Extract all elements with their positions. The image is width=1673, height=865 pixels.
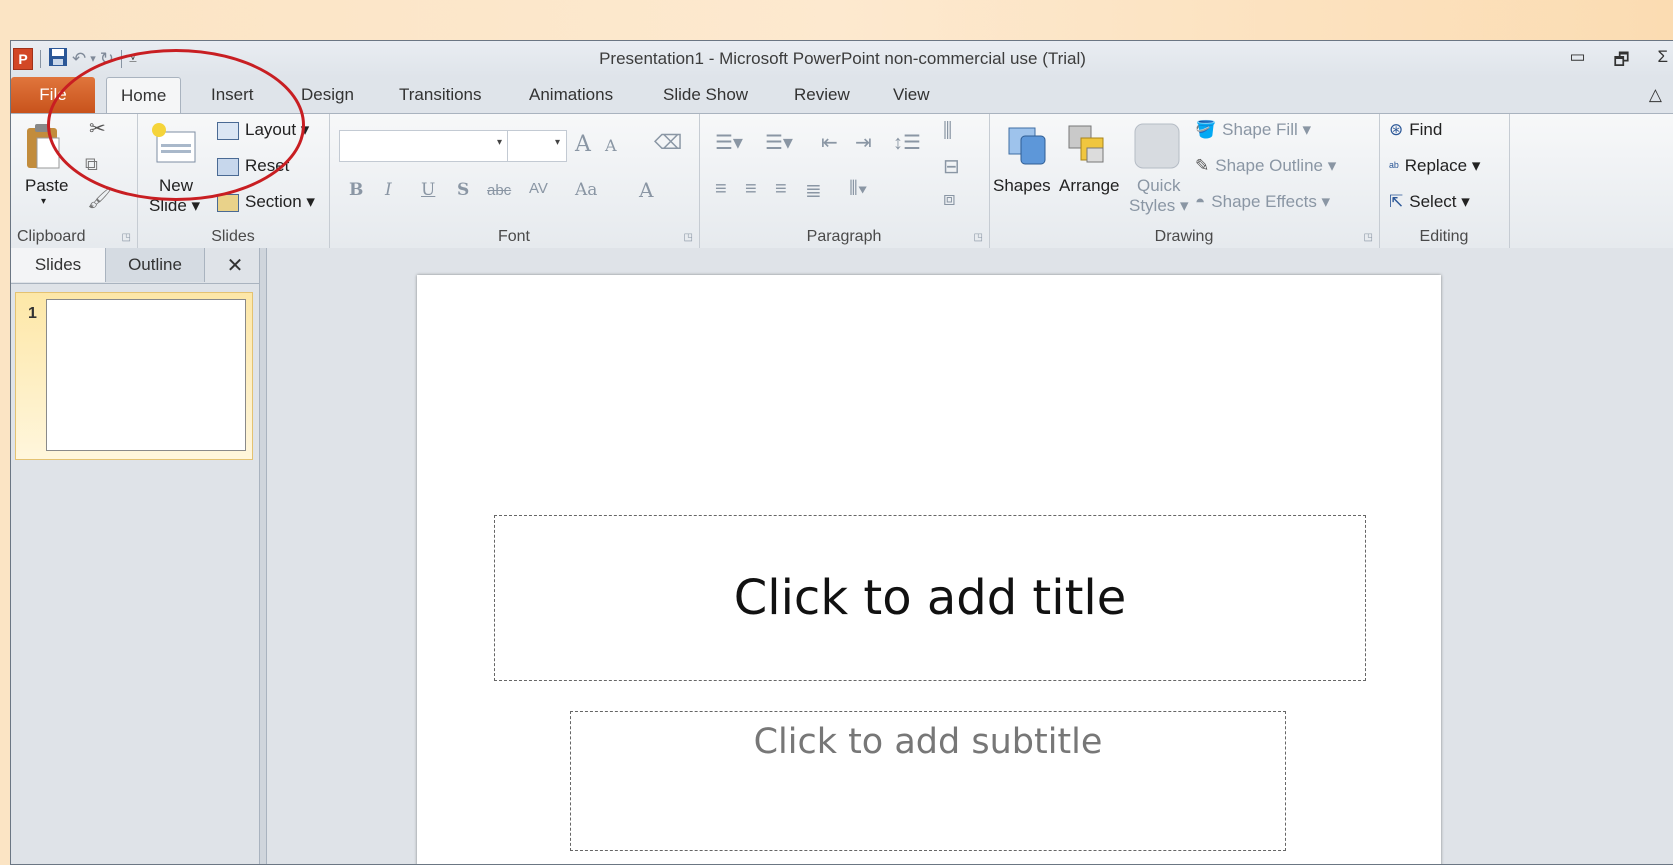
character-spacing-button[interactable]: AV	[529, 180, 548, 197]
line-spacing-icon[interactable]: ↕☰	[893, 130, 921, 155]
replace-button[interactable]: ᵃᵇ Replace ▾	[1389, 156, 1480, 176]
justify-icon[interactable]: ≣	[805, 178, 822, 203]
tab-animations[interactable]: Animations	[529, 77, 613, 113]
paste-dropdown-icon[interactable]: ▾	[41, 196, 46, 207]
slide-editor: Click to add title Click to add subtitle	[267, 248, 1673, 864]
quick-styles-icon[interactable]	[1133, 122, 1181, 175]
paragraph-group-label: Paragraph	[806, 228, 882, 245]
editing-group: ⊛ Find ᵃᵇ Replace ▾ ⇱ Select ▾ Editing	[1379, 114, 1510, 248]
window-title: Presentation1 - Microsoft PowerPoint non…	[599, 49, 1086, 68]
slide-number: 1	[28, 305, 37, 322]
tab-design[interactable]: Design	[301, 77, 354, 113]
minimize-ribbon-icon[interactable]: △	[1649, 85, 1662, 105]
drawing-group: Shapes Arrange Quick Styles ▾ 🪣 Shape Fil…	[989, 114, 1380, 248]
shape-outline-label: Shape Outline ▾	[1215, 156, 1337, 175]
quick-styles-label-1[interactable]: Quick	[1137, 176, 1180, 196]
font-family-dropdown-icon: ▾	[496, 137, 502, 148]
tab-outline[interactable]: Outline	[106, 248, 205, 282]
clipboard-launcher-icon[interactable]: ◳	[122, 232, 131, 243]
restore-icon[interactable]: 🗗	[1614, 47, 1630, 76]
find-label: Find	[1409, 120, 1443, 139]
italic-button[interactable]: I	[385, 180, 392, 200]
change-case-button[interactable]: Aa	[575, 180, 597, 200]
shape-outline-icon: ✎	[1195, 156, 1210, 175]
find-button[interactable]: ⊛ Find	[1389, 120, 1442, 140]
paste-button[interactable]: Paste	[25, 176, 68, 196]
slides-pane: Slides Outline ✕ 1	[11, 248, 260, 864]
tab-slides[interactable]: Slides	[11, 248, 106, 282]
shadow-button[interactable]: S	[457, 180, 469, 200]
slide-thumbnail-item[interactable]: 1	[15, 292, 253, 460]
paragraph-launcher-icon[interactable]: ◳	[974, 232, 983, 243]
drawing-launcher-icon[interactable]: ◳	[1364, 232, 1373, 243]
underline-button[interactable]: U	[421, 180, 435, 200]
binoculars-icon: ⊛	[1389, 120, 1404, 139]
slide-thumbnail[interactable]	[46, 299, 246, 451]
close-pane-icon[interactable]: ✕	[215, 248, 255, 282]
quick-styles-label-2[interactable]: Styles ▾	[1129, 196, 1189, 216]
font-group-label: Font	[497, 228, 530, 245]
strikethrough-button[interactable]: abc	[487, 182, 511, 199]
cursor-arrow-icon: ⇱	[1389, 192, 1404, 211]
grow-font-button[interactable]: A	[575, 132, 591, 157]
shape-effects-button[interactable]: ◓ Shape Effects ▾	[1195, 192, 1330, 212]
font-color-button[interactable]: A	[639, 178, 653, 202]
shape-effects-icon: ◓	[1195, 192, 1206, 211]
shape-fill-label: Shape Fill ▾	[1222, 120, 1312, 139]
shape-fill-button[interactable]: 🪣 Shape Fill ▾	[1195, 120, 1311, 140]
arrange-icon[interactable]	[1065, 122, 1111, 173]
tab-view[interactable]: View	[893, 77, 930, 113]
subtitle-placeholder[interactable]: Click to add subtitle	[570, 711, 1286, 851]
paragraph-group: ☰▾ ☰▾ ⇤ ⇥ ↕☰ ⫼ ⊟ ⧈ ≡ ≡ ≡ ≣ ⦀▾ Paragraph …	[699, 114, 990, 248]
slides-group-label: Slides	[211, 228, 255, 245]
text-direction-icon[interactable]: ⫼	[943, 120, 952, 143]
close-icon[interactable]: Σ	[1657, 47, 1668, 76]
bullets-icon[interactable]: ☰▾	[715, 130, 743, 155]
section-button[interactable]: Section ▾	[217, 192, 315, 212]
clipboard-group-label: Clipboard	[17, 228, 86, 245]
font-size-dropdown-icon: ▾	[554, 137, 560, 148]
increase-indent-icon[interactable]: ⇥	[855, 130, 872, 155]
align-left-icon[interactable]: ≡	[715, 178, 727, 201]
convert-smartart-icon[interactable]: ⧈	[943, 188, 956, 211]
shapes-button[interactable]: Shapes	[993, 176, 1051, 196]
arrange-button[interactable]: Arrange	[1059, 176, 1119, 196]
font-launcher-icon[interactable]: ◳	[684, 232, 693, 243]
section-label: Section ▾	[245, 192, 315, 211]
minimize-icon[interactable]: ▭	[1569, 47, 1585, 76]
powerpoint-window: P ↶ ▾ ↻ ⩡ Presentation1 - Microsoft Powe…	[10, 40, 1673, 865]
font-family-select[interactable]: ▾	[339, 130, 509, 162]
bold-button[interactable]: B	[349, 180, 363, 200]
pane-tabs: Slides Outline ✕	[11, 248, 259, 284]
drawing-group-label: Drawing	[1154, 228, 1214, 245]
align-right-icon[interactable]: ≡	[775, 178, 787, 201]
align-center-icon[interactable]: ≡	[745, 178, 757, 201]
font-group: ▾ ▾ A A ⌫ B I U S abc AV Aa A Font ◳	[329, 114, 700, 248]
font-size-select[interactable]: ▾	[507, 130, 567, 162]
editing-group-label: Editing	[1419, 228, 1469, 245]
tab-slide-show[interactable]: Slide Show	[663, 77, 748, 113]
tab-review[interactable]: Review	[794, 77, 850, 113]
select-button[interactable]: ⇱ Select ▾	[1389, 192, 1470, 212]
shape-effects-label: Shape Effects ▾	[1211, 192, 1331, 211]
window-controls: ▭ 🗗 Σ	[1569, 47, 1673, 76]
title-placeholder[interactable]: Click to add title	[494, 515, 1366, 681]
tab-transitions[interactable]: Transitions	[399, 77, 482, 113]
align-text-icon[interactable]: ⊟	[943, 154, 960, 179]
shape-fill-icon: 🪣	[1195, 120, 1217, 139]
replace-icon: ᵃᵇ	[1389, 159, 1399, 174]
shrink-font-button[interactable]: A	[605, 136, 617, 155]
select-label: Select ▾	[1409, 192, 1470, 211]
decrease-indent-icon[interactable]: ⇤	[821, 130, 838, 155]
numbering-icon[interactable]: ☰▾	[765, 130, 793, 155]
pane-splitter[interactable]	[260, 248, 267, 864]
annotation-circle	[47, 49, 305, 201]
replace-label: Replace ▾	[1404, 156, 1481, 175]
clear-formatting-icon[interactable]: ⌫	[654, 130, 682, 155]
slide-canvas[interactable]: Click to add title Click to add subtitle	[417, 275, 1441, 864]
shape-outline-button[interactable]: ✎ Shape Outline ▾	[1195, 156, 1336, 176]
columns-icon[interactable]: ⦀▾	[849, 178, 868, 201]
shapes-icon[interactable]	[1005, 122, 1051, 173]
